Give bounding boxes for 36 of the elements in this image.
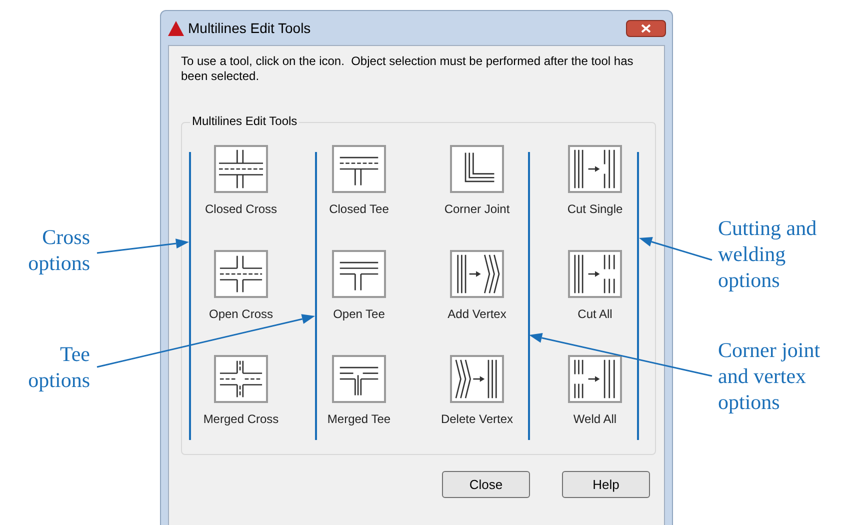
callout-label: Tee options	[27, 341, 90, 393]
tool-label: Open Cross	[208, 307, 274, 322]
tool-label: Cut All	[578, 307, 612, 322]
tool-button[interactable]	[332, 355, 386, 403]
tool-label: Add Vertex	[448, 307, 506, 322]
tool-label: Cut Single	[567, 202, 623, 217]
tool-label: Delete Vertex	[440, 412, 514, 427]
tool-button[interactable]	[568, 250, 622, 298]
callout-label: Cutting and welding options	[718, 215, 818, 293]
tool-label: Corner Joint	[444, 202, 510, 217]
closed-cross-icon	[216, 147, 266, 191]
tool-button[interactable]	[568, 355, 622, 403]
dialog-button[interactable]: Close	[442, 471, 530, 498]
tool-button[interactable]	[450, 250, 504, 298]
app-logo-icon	[168, 20, 184, 36]
callout-label: Cross options	[27, 224, 90, 276]
close-icon	[641, 24, 651, 32]
tool-label: Merged Cross	[203, 412, 279, 427]
tool-button[interactable]	[332, 250, 386, 298]
tool-button[interactable]	[214, 145, 268, 193]
tool-label: Weld All	[573, 412, 617, 427]
tool-label: Merged Tee	[327, 412, 391, 427]
close-button[interactable]	[626, 20, 666, 36]
tool-button[interactable]	[214, 355, 268, 403]
tool-button[interactable]	[214, 250, 268, 298]
tool-label: Closed Tee	[329, 202, 389, 217]
tool-button[interactable]	[332, 145, 386, 193]
callout-label: Corner joint and vertex options	[718, 337, 822, 415]
instruction-text: To use a tool, click on the icon. Object selection must be performed after the tool has been selected.	[181, 54, 634, 84]
dialog-button[interactable]: Help	[562, 471, 650, 498]
window-title: Multilines Edit Tools	[188, 18, 311, 38]
tool-label: Closed Cross	[204, 202, 278, 217]
tool-button[interactable]	[450, 355, 504, 403]
tool-button[interactable]	[568, 145, 622, 193]
tool-label: Open Tee	[333, 307, 385, 322]
tool-button[interactable]	[450, 145, 504, 193]
